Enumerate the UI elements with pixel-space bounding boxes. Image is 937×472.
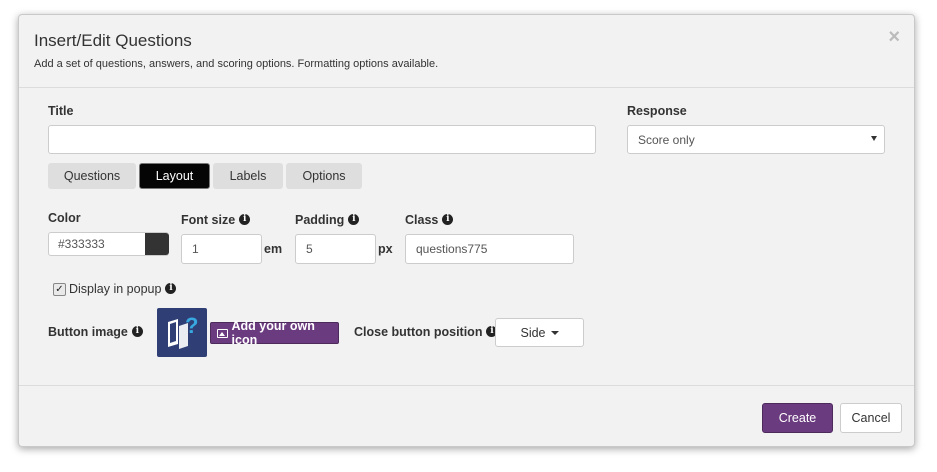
svg-text:?: ? [185,313,198,338]
font-size-unit: em [264,242,283,256]
tab-layout[interactable]: Layout [139,163,210,189]
display-in-popup-label: Display in popup i [69,282,177,296]
display-in-popup-text: Display in popup [69,282,162,296]
color-swatch[interactable] [145,233,169,255]
title-label: Title [48,104,74,118]
cancel-button[interactable]: Cancel [840,403,902,433]
tab-questions[interactable]: Questions [48,163,136,189]
chevron-down-icon [871,136,877,141]
dialog-title: Insert/Edit Questions [34,31,192,50]
padding-input[interactable]: 5 [295,234,376,264]
padding-label: Padding i [295,213,360,227]
tab-labels[interactable]: Labels [213,163,283,189]
class-label: Class i [405,213,454,227]
color-value: #333333 [58,237,105,251]
class-value: questions775 [416,242,488,256]
title-input[interactable] [48,125,596,154]
info-icon[interactable]: i [239,214,251,226]
font-size-value: 1 [192,242,199,256]
button-image-label: Button image i [48,325,143,339]
class-input[interactable]: questions775 [405,234,574,264]
question-book-icon-graphic: ? [168,313,198,349]
caret-down-icon [550,330,559,335]
close-position-dropdown[interactable]: Side [495,318,584,347]
font-size-input[interactable]: 1 [181,234,262,264]
button-image-label-text: Button image [48,325,128,339]
dialog-header: Insert/Edit Questions Add a set of quest… [19,15,914,88]
response-label: Response [627,104,687,118]
tab-options[interactable]: Options [286,163,362,189]
info-icon[interactable]: i [131,326,143,338]
question-book-icon[interactable]: ? [157,308,207,357]
image-icon [217,328,228,338]
display-in-popup-checkbox[interactable]: ✓ [53,283,66,296]
close-position-label: Close button position i [354,325,498,339]
close-position-value: Side [520,325,546,340]
create-button[interactable]: Create [762,403,833,433]
font-size-label-text: Font size [181,213,236,227]
color-label: Color [48,211,81,225]
padding-label-text: Padding [295,213,345,227]
close-position-label-text: Close button position [354,325,483,339]
insert-edit-questions-dialog: Insert/Edit Questions Add a set of quest… [18,14,915,447]
info-icon[interactable]: i [348,214,360,226]
response-selected-value: Score only [638,132,695,147]
dialog-subtitle: Add a set of questions, answers, and sco… [34,58,439,70]
font-size-label: Font size i [181,213,251,227]
class-label-text: Class [405,213,439,227]
padding-unit: px [378,242,393,256]
add-own-icon-label: Add your own icon [231,319,315,347]
padding-value: 5 [306,242,313,256]
close-icon[interactable]: × [888,27,900,47]
info-icon[interactable]: i [165,283,177,295]
response-select[interactable]: Score only [627,125,885,154]
info-icon[interactable]: i [442,214,454,226]
add-own-icon-button[interactable]: Add your own icon [210,319,339,347]
